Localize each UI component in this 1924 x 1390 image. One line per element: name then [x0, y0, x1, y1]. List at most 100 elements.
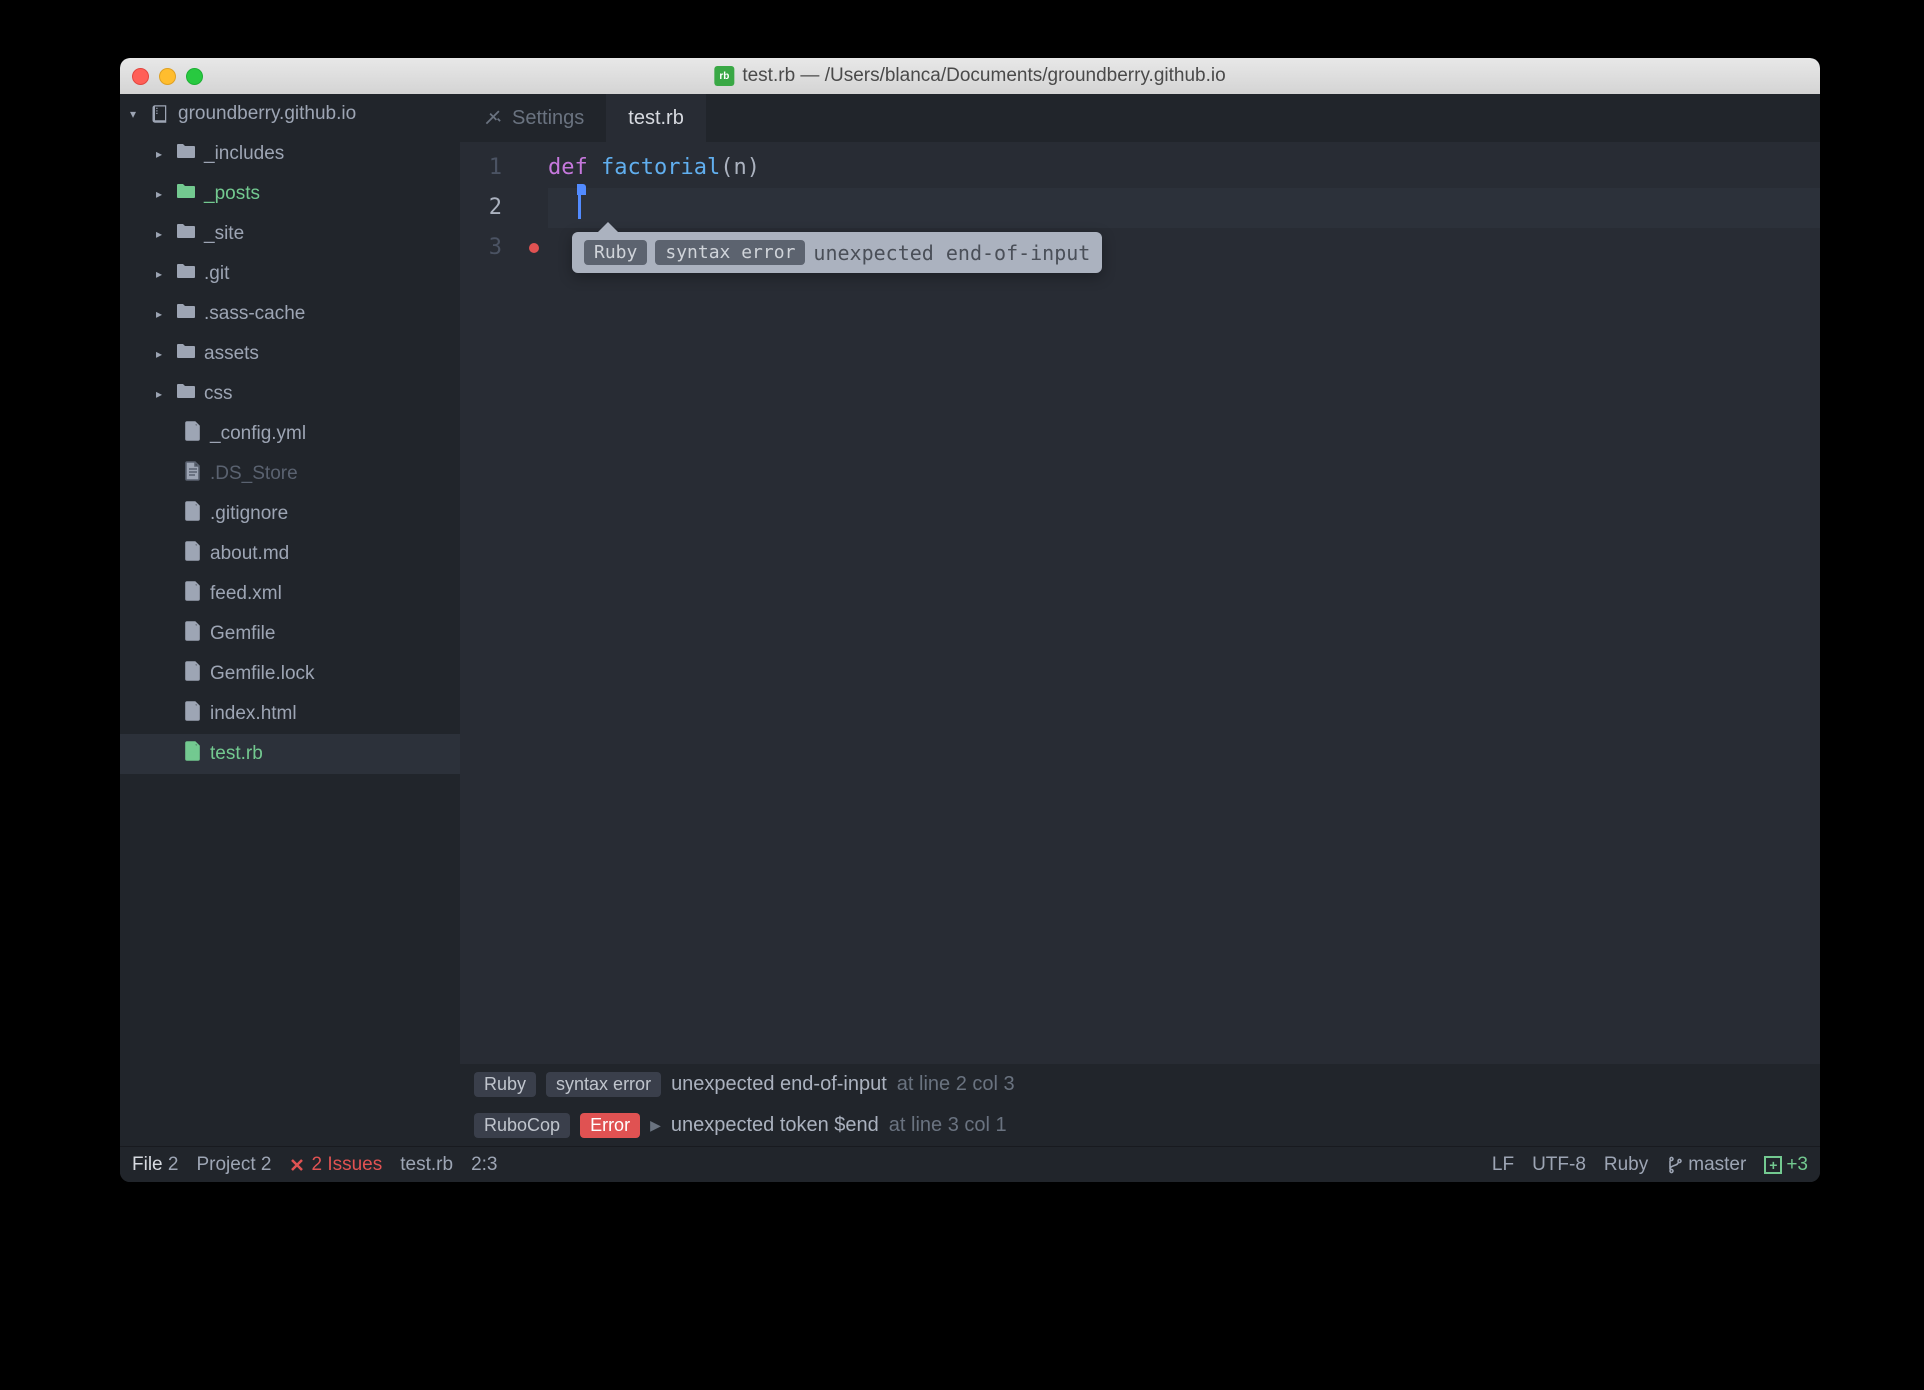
plus-box-icon: + [1764, 1156, 1782, 1174]
tab-file[interactable]: test.rb [606, 94, 706, 142]
chevron-right-icon: ▸ [156, 267, 168, 281]
status-language[interactable]: Ruby [1604, 1154, 1648, 1176]
file-icon [184, 541, 202, 567]
tree-folder[interactable]: ▸ _includes [120, 134, 460, 174]
linter-lang-badge: Ruby [474, 1072, 536, 1097]
tree-folder[interactable]: ▸css [120, 374, 460, 414]
status-project-tab[interactable]: Project 2 [196, 1154, 271, 1176]
lint-marker-gutter [520, 142, 548, 1064]
x-icon [289, 1157, 305, 1173]
project-root[interactable]: ▾ groundberry.github.io [120, 94, 460, 134]
folder-icon [176, 342, 196, 366]
tree-file[interactable]: index.html [120, 694, 460, 734]
tree-item-label: .git [204, 263, 229, 285]
file-icon [184, 701, 202, 727]
project-root-label: groundberry.github.io [178, 103, 356, 125]
text-cursor [578, 188, 581, 228]
status-filename[interactable]: test.rb [400, 1154, 453, 1176]
tree-item-label: .sass-cache [204, 303, 305, 325]
traffic-lights [132, 68, 203, 85]
folder-icon [176, 182, 196, 206]
linter-row[interactable]: RuboCop Error ▶ unexpected token $end at… [460, 1105, 1820, 1146]
tree-item-label: index.html [210, 703, 297, 725]
tree-file[interactable]: Gemfile [120, 614, 460, 654]
folder-icon [176, 302, 196, 326]
chevron-right-icon: ▸ [156, 347, 168, 361]
window-title-wrap: rb test.rb — /Users/blanca/Documents/gro… [714, 65, 1225, 87]
tooltip-message: unexpected end-of-input [813, 241, 1090, 265]
file-icon [184, 581, 202, 607]
lint-tooltip: Ruby syntax error unexpected end-of-inpu… [572, 232, 1102, 273]
status-cursor-pos[interactable]: 2:3 [471, 1154, 497, 1176]
chevron-right-icon: ▸ [156, 307, 168, 321]
code-content[interactable]: def factorial(n) Ruby syntax error unexp… [548, 142, 1820, 1064]
line-number: 1 [460, 148, 520, 188]
linter-location: at line 2 col 3 [897, 1073, 1015, 1096]
tree-folder[interactable]: ▸assets [120, 334, 460, 374]
chevron-right-icon: ▸ [156, 227, 168, 241]
tab-bar: Settings test.rb [460, 94, 1820, 142]
chevron-right-icon: ▶ [650, 1117, 661, 1134]
tab-settings[interactable]: Settings [460, 94, 606, 142]
tooltip-kind-badge: syntax error [655, 240, 805, 265]
minimize-icon[interactable] [159, 68, 176, 85]
status-file-tab[interactable]: File 2 [132, 1154, 178, 1176]
tree-item-label: Gemfile [210, 623, 275, 645]
linter-kind-badge: Error [580, 1113, 640, 1138]
file-tree-sidebar[interactable]: ▾ groundberry.github.io ▸ _includes ▸ _post… [120, 94, 460, 1146]
line-number: 2 [460, 188, 520, 228]
tree-item-label: .gitignore [210, 503, 288, 525]
linter-row[interactable]: Ruby syntax error unexpected end-of-inpu… [460, 1064, 1820, 1105]
tree-folder[interactable]: ▸ _posts [120, 174, 460, 214]
status-git-branch[interactable]: master [1666, 1154, 1746, 1176]
folder-icon [176, 382, 196, 406]
tree-file[interactable]: feed.xml [120, 574, 460, 614]
linter-lang-badge: RuboCop [474, 1113, 570, 1138]
folder-icon [176, 262, 196, 286]
tree-item-label: feed.xml [210, 583, 282, 605]
settings-icon [482, 108, 502, 128]
status-issues[interactable]: 2 Issues [289, 1154, 382, 1176]
close-icon[interactable] [132, 68, 149, 85]
linter-kind-badge: syntax error [546, 1072, 661, 1097]
ruby-file-icon: rb [714, 66, 734, 86]
file-icon [184, 661, 202, 687]
tree-item-label: _includes [204, 143, 284, 165]
tab-file-label: test.rb [628, 107, 684, 130]
maximize-icon[interactable] [186, 68, 203, 85]
folder-icon [176, 222, 196, 246]
chevron-right-icon: ▸ [156, 187, 168, 201]
tree-file[interactable]: Gemfile.lock [120, 654, 460, 694]
function-name: factorial [601, 155, 720, 180]
tab-settings-label: Settings [512, 107, 584, 130]
tree-file[interactable]: about.md [120, 534, 460, 574]
tree-folder[interactable]: ▸ .sass-cache [120, 294, 460, 334]
file-icon [184, 501, 202, 527]
status-eol[interactable]: LF [1492, 1154, 1514, 1176]
error-marker-icon[interactable] [529, 243, 539, 253]
line-number: 3 [460, 228, 520, 268]
params: (n) [720, 155, 760, 180]
tooltip-lang-badge: Ruby [584, 240, 647, 265]
chevron-right-icon: ▸ [156, 147, 168, 161]
file-icon [184, 421, 202, 447]
file-icon [184, 741, 202, 767]
tree-file[interactable]: .gitignore [120, 494, 460, 534]
tree-folder[interactable]: ▸ .git [120, 254, 460, 294]
status-bar: File 2 Project 2 2 Issues test.rb 2:3 LF… [120, 1146, 1820, 1182]
status-encoding[interactable]: UTF-8 [1532, 1154, 1586, 1176]
status-git-diff[interactable]: + +3 [1764, 1154, 1808, 1176]
chevron-right-icon: ▸ [156, 387, 168, 401]
code-editor[interactable]: 1 2 3 def factorial(n) Ruby syntax error [460, 142, 1820, 1064]
tree-item-label: _config.yml [210, 423, 306, 445]
titlebar[interactable]: rb test.rb — /Users/blanca/Documents/gro… [120, 58, 1820, 94]
tree-item-label: _site [204, 223, 244, 245]
tree-file[interactable]: .DS_Store [120, 454, 460, 494]
linter-location: at line 3 col 1 [889, 1114, 1007, 1137]
tree-item-label: about.md [210, 543, 289, 565]
tree-folder[interactable]: ▸ _site [120, 214, 460, 254]
tree-item-label: _posts [204, 183, 260, 205]
tree-file[interactable]: _config.yml [120, 414, 460, 454]
linter-panel: Ruby syntax error unexpected end-of-inpu… [460, 1064, 1820, 1146]
tree-file[interactable]: test.rb [120, 734, 460, 774]
